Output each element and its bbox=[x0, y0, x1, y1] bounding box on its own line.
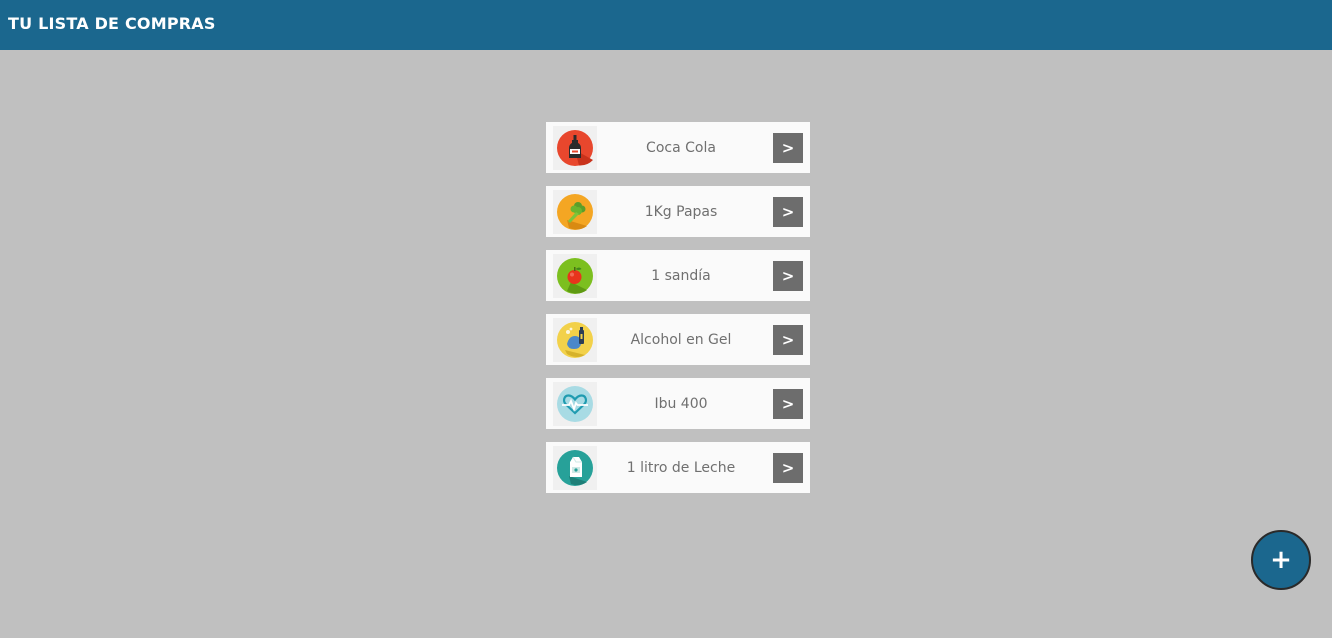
app-header: TU LISTA DE COMPRAS bbox=[0, 0, 1332, 50]
item-icon-container bbox=[553, 382, 597, 426]
item-icon-container bbox=[553, 318, 597, 362]
milk-carton-icon bbox=[557, 450, 593, 486]
item-label: 1 litro de Leche bbox=[626, 460, 736, 476]
vegetable-icon bbox=[557, 194, 593, 230]
item-label: Coca Cola bbox=[646, 140, 716, 156]
item-label: 1 sandía bbox=[651, 268, 711, 284]
list-item[interactable]: Coca Cola > bbox=[546, 122, 810, 173]
item-detail-button[interactable]: > bbox=[773, 325, 803, 355]
list-item[interactable]: 1 sandía > bbox=[546, 250, 810, 301]
list-item[interactable]: Alcohol en Gel > bbox=[546, 314, 810, 365]
item-label: Ibu 400 bbox=[654, 396, 708, 412]
list-item[interactable]: 1Kg Papas > bbox=[546, 186, 810, 237]
heartbeat-icon bbox=[557, 386, 593, 422]
add-item-button[interactable]: + bbox=[1251, 530, 1311, 590]
item-label: Alcohol en Gel bbox=[630, 332, 732, 348]
item-detail-button[interactable]: > bbox=[773, 453, 803, 483]
fruit-icon bbox=[557, 258, 593, 294]
item-icon-container bbox=[553, 190, 597, 234]
app-title: TU LISTA DE COMPRAS bbox=[8, 14, 216, 33]
item-detail-button[interactable]: > bbox=[773, 197, 803, 227]
shopping-list: Coca Cola > 1Kg Papas > 1 sandía > Alcoh… bbox=[546, 122, 810, 506]
item-detail-button[interactable]: > bbox=[773, 261, 803, 291]
list-item[interactable]: Ibu 400 > bbox=[546, 378, 810, 429]
item-icon-container bbox=[553, 254, 597, 298]
soda-bottle-icon bbox=[557, 130, 593, 166]
item-icon-container bbox=[553, 446, 597, 490]
item-label: 1Kg Papas bbox=[644, 204, 718, 220]
item-detail-button[interactable]: > bbox=[773, 133, 803, 163]
item-detail-button[interactable]: > bbox=[773, 389, 803, 419]
list-item[interactable]: 1 litro de Leche > bbox=[546, 442, 810, 493]
item-icon-container bbox=[553, 126, 597, 170]
sanitizer-icon bbox=[557, 322, 593, 358]
